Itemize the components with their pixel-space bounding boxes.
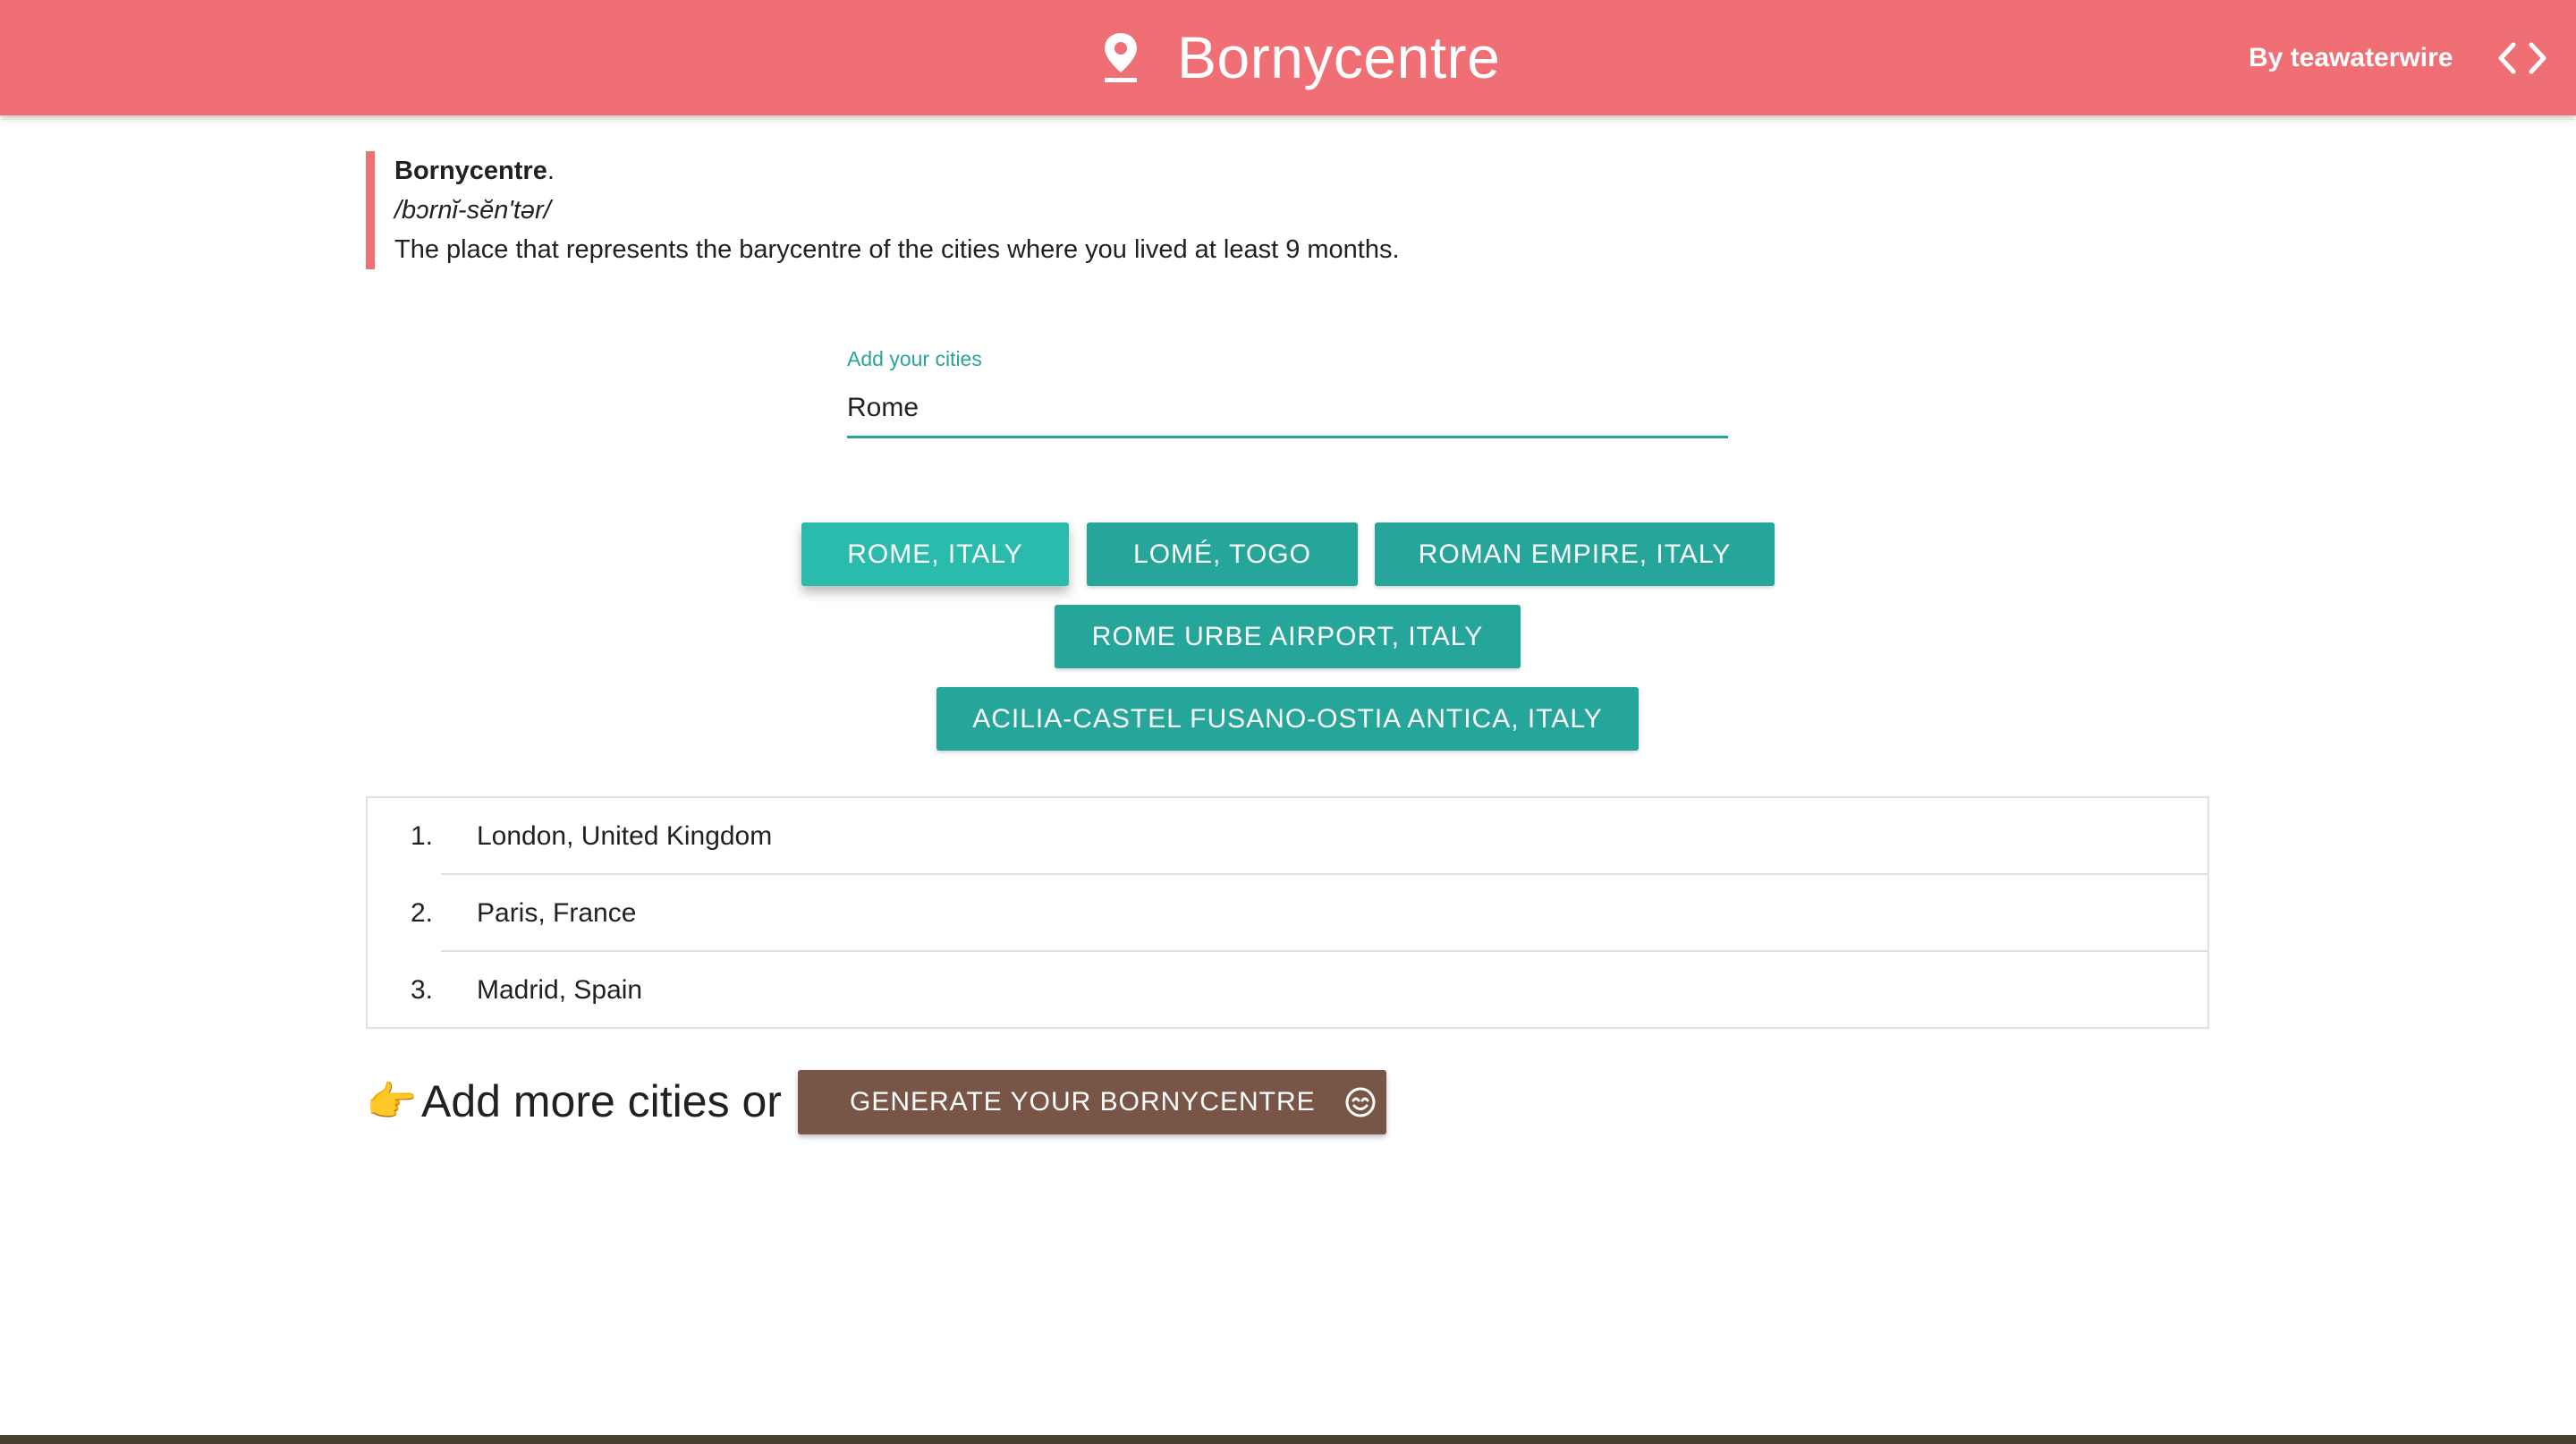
- list-item-city: Madrid, Spain: [477, 975, 643, 1005]
- list-item-city: London, United Kingdom: [477, 821, 773, 851]
- generate-button-label: Generate your Bornycentre: [850, 1087, 1316, 1117]
- city-input-label: Add your cities: [847, 347, 982, 370]
- author-link[interactable]: By teawaterwire: [2249, 41, 2453, 75]
- brand[interactable]: Bornycentre: [1100, 21, 1500, 93]
- list-item-city: Paris, France: [477, 898, 637, 928]
- smile-icon: [1344, 1086, 1377, 1118]
- list-item-number: 1.: [411, 821, 434, 851]
- definition-phonetic: /bɔrnĭ-sĕn'tər/: [394, 196, 551, 225]
- top-navbar: Bornycentre By teawaterwire: [0, 0, 2576, 115]
- city-input[interactable]: [847, 379, 1728, 438]
- app-title: Bornycentre: [1177, 24, 1501, 90]
- window-bottom-edge: [0, 1435, 2576, 1444]
- list-item-number: 3.: [411, 975, 434, 1005]
- definition-term-suffix: .: [547, 157, 555, 185]
- city-list: 1. London, United Kingdom 2. Paris, Fran…: [366, 796, 2209, 1029]
- pointing-hand-icon: 👉: [366, 1078, 418, 1125]
- cta-row: 👉 Add more cities or: [366, 1068, 782, 1134]
- city-input-field: Add your cities: [847, 342, 1728, 453]
- suggestion-button[interactable]: Acilia-Castel Fusano-Ostia Antica, Italy: [936, 687, 1639, 751]
- definition-meaning: The place that represents the barycentre…: [394, 235, 1400, 264]
- suggestion-button[interactable]: Rome, Italy: [801, 522, 1069, 586]
- definition-term-line: Bornycentre.: [394, 151, 2065, 191]
- suggestion-button[interactable]: Lomé, Togo: [1087, 522, 1358, 586]
- cta-lead-text: Add more cities or: [421, 1076, 782, 1126]
- page: Bornycentre By teawaterwire Bornycentre.…: [0, 0, 2576, 1444]
- map-marker-icon: [1100, 30, 1141, 85]
- generate-button[interactable]: Generate your Bornycentre: [798, 1070, 1386, 1134]
- code-brackets-icon[interactable]: [2497, 38, 2547, 79]
- suggestion-button[interactable]: Roman Empire, Italy: [1375, 522, 1775, 586]
- suggestion-button[interactable]: Rome Urbe Airport, Italy: [1055, 605, 1521, 668]
- definition-blockquote: Bornycentre. /bɔrnĭ-sĕn'tər/ The place t…: [366, 151, 2065, 269]
- list-item: 3. Madrid, Spain: [368, 952, 2207, 1029]
- list-item: 2. Paris, France: [368, 875, 2207, 952]
- definition-term: Bornycentre: [394, 157, 547, 185]
- list-item-number: 2.: [411, 898, 434, 928]
- list-item: 1. London, United Kingdom: [368, 798, 2207, 875]
